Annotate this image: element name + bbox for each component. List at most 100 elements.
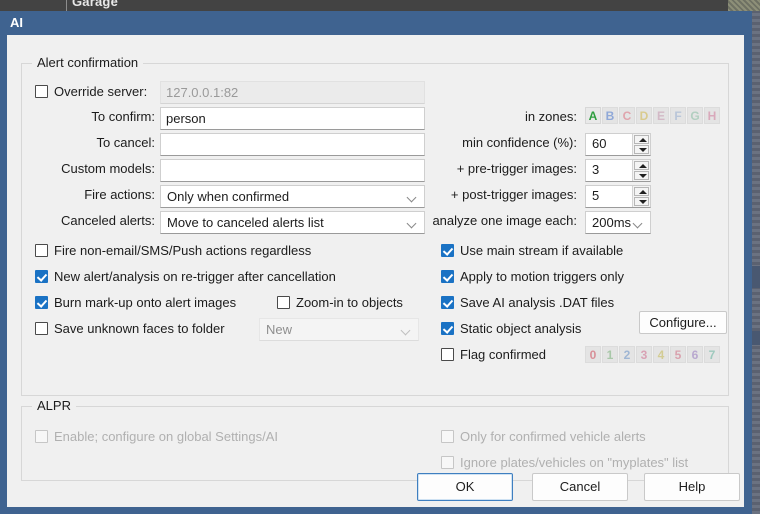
checkbox-label: Save AI analysis .DAT files <box>460 295 615 310</box>
zone-chip-g[interactable]: G <box>687 107 703 124</box>
dialog-body: Alert confirmation Override server: 127.… <box>7 35 744 507</box>
to-confirm-value: person <box>166 111 206 126</box>
label-fire-actions: Fire actions: <box>84 187 155 202</box>
min-confidence-spinner[interactable]: 60 <box>585 133 651 156</box>
checkbox-box <box>441 244 454 257</box>
spinner-buttons[interactable] <box>632 134 650 155</box>
label-post-trigger-images: + post-trigger images: <box>450 187 577 202</box>
checkbox-label: Save unknown faces to folder <box>54 321 225 336</box>
checkbox-box <box>35 430 48 443</box>
spinner-down-icon[interactable] <box>634 145 649 154</box>
override-server-value: 127.0.0.1:82 <box>166 85 239 100</box>
chevron-down-icon <box>402 327 411 333</box>
post-trigger-images-value: 5 <box>592 188 600 203</box>
unknown-faces-folder-dropdown[interactable]: New <box>259 318 419 341</box>
flag-chip-3[interactable]: 3 <box>636 346 652 363</box>
unknown-faces-folder-value: New <box>266 322 293 337</box>
checkbox-label: Burn mark-up onto alert images <box>54 295 237 310</box>
zone-chip-c[interactable]: C <box>619 107 635 124</box>
zone-chip-d[interactable]: D <box>636 107 652 124</box>
checkbox-box <box>441 456 454 469</box>
checkbox-box <box>441 270 454 283</box>
spinner-up-icon[interactable] <box>634 161 649 170</box>
flag-chip-6[interactable]: 6 <box>687 346 703 363</box>
flag-chip-2[interactable]: 2 <box>619 346 635 363</box>
checkbox-label: Zoom-in to objects <box>296 295 403 310</box>
checkbox-label: Enable; configure on global Settings/AI <box>54 429 279 444</box>
checkbox-box <box>35 85 48 98</box>
fire-actions-dropdown[interactable]: Only when confirmed <box>160 185 425 208</box>
spinner-buttons[interactable] <box>632 160 650 181</box>
label-to-cancel: To cancel: <box>96 135 155 150</box>
checkbox-box <box>441 322 454 335</box>
checkbox-box <box>35 270 48 283</box>
checkbox-box <box>35 322 48 335</box>
dialog-titlebar[interactable]: AI <box>0 11 744 35</box>
checkbox-label: New alert/analysis on re-trigger after c… <box>54 269 336 284</box>
flag-selector[interactable]: 01234567 <box>585 346 720 363</box>
label-canceled-alerts: Canceled alerts: <box>61 213 155 228</box>
label-analyze-interval: analyze one image each: <box>432 213 577 228</box>
post-trigger-images-spinner[interactable]: 5 <box>585 185 651 208</box>
checkbox-box <box>441 296 454 309</box>
dialog-title: AI <box>10 15 23 30</box>
background-video-thumbnail <box>728 0 760 11</box>
canceled-alerts-dropdown[interactable]: Move to canceled alerts list <box>160 211 425 234</box>
background-tab-label: Garage <box>72 0 119 9</box>
label-min-confidence: min confidence (%): <box>462 135 577 150</box>
spinner-down-icon[interactable] <box>634 171 649 180</box>
label-pre-trigger-images: + pre-trigger images: <box>456 161 577 176</box>
checkbox-label: Fire non-email/SMS/Push actions regardle… <box>54 243 312 258</box>
checkbox-label: Ignore plates/vehicles on "myplates" lis… <box>460 455 689 470</box>
override-server-input[interactable]: 127.0.0.1:82 <box>160 81 425 104</box>
pre-trigger-images-spinner[interactable]: 3 <box>585 159 651 182</box>
chevron-down-icon <box>634 220 643 226</box>
ai-settings-dialog: AI Alert confirmation Override server: 1… <box>0 11 752 514</box>
spinner-up-icon[interactable] <box>634 187 649 196</box>
flag-chip-4[interactable]: 4 <box>653 346 669 363</box>
group-alpr-legend: ALPR <box>32 398 76 413</box>
custom-models-input[interactable] <box>160 159 425 182</box>
checkbox-label: Use main stream if available <box>460 243 624 258</box>
checkbox-label: Apply to motion triggers only <box>460 269 625 284</box>
zone-chip-e[interactable]: E <box>653 107 669 124</box>
checkbox-box <box>441 430 454 443</box>
fire-actions-value: Only when confirmed <box>167 189 290 204</box>
flag-chip-0[interactable]: 0 <box>585 346 601 363</box>
spinner-buttons[interactable] <box>632 186 650 207</box>
group-alert-confirmation-legend: Alert confirmation <box>32 55 144 70</box>
flag-chip-5[interactable]: 5 <box>670 346 686 363</box>
checkbox-box <box>277 296 290 309</box>
spinner-up-icon[interactable] <box>634 135 649 144</box>
min-confidence-value: 60 <box>592 136 607 151</box>
tab-separator <box>66 0 67 11</box>
to-confirm-input[interactable]: person <box>160 107 425 130</box>
label-in-zones: in zones: <box>524 109 577 124</box>
zone-chip-b[interactable]: B <box>602 107 618 124</box>
flag-chip-7[interactable]: 7 <box>704 346 720 363</box>
analyze-interval-dropdown[interactable]: 200ms <box>585 211 651 234</box>
configure-button[interactable]: Configure... <box>639 311 727 334</box>
pre-trigger-images-value: 3 <box>592 162 600 177</box>
spinner-down-icon[interactable] <box>634 197 649 206</box>
analyze-interval-value: 200ms <box>592 215 632 230</box>
zone-chip-f[interactable]: F <box>670 107 686 124</box>
ok-button[interactable]: OK <box>417 473 513 501</box>
checkbox-label: Flag confirmed <box>460 347 546 362</box>
help-button[interactable]: Help <box>644 473 740 501</box>
flag-chip-1[interactable]: 1 <box>602 346 618 363</box>
zone-chip-a[interactable]: A <box>585 107 601 124</box>
zone-selector[interactable]: ABCDEFGH <box>585 107 720 124</box>
checkbox-label: Only for confirmed vehicle alerts <box>460 429 646 444</box>
label-to-confirm: To confirm: <box>91 109 155 124</box>
cancel-button[interactable]: Cancel <box>532 473 628 501</box>
canceled-alerts-value: Move to canceled alerts list <box>167 215 324 230</box>
to-cancel-input[interactable] <box>160 133 425 156</box>
checkbox-label: Static object analysis <box>460 321 582 336</box>
zone-chip-h[interactable]: H <box>704 107 720 124</box>
checkbox-box <box>35 244 48 257</box>
checkbox-box <box>35 296 48 309</box>
label-custom-models: Custom models: <box>61 161 155 176</box>
background-tab-bar: Garage <box>0 0 760 11</box>
checkbox-box <box>441 348 454 361</box>
